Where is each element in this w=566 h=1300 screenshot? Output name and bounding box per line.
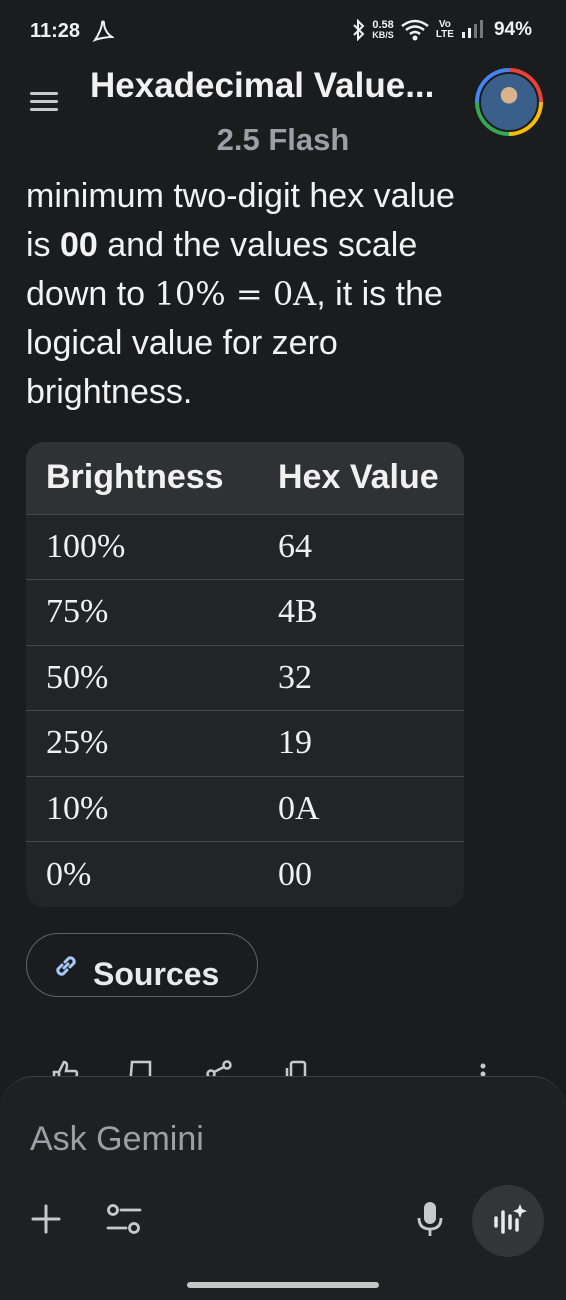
response-line: down to 10% = 0A, it is the	[26, 275, 443, 313]
table-cell: 0%	[46, 855, 92, 893]
table-cell: 0A	[278, 789, 320, 827]
response-line: logical value for zero	[26, 324, 338, 362]
signal-icon	[461, 20, 483, 38]
sources-button[interactable]: Sources	[26, 933, 258, 997]
table-cell: 10%	[46, 789, 109, 827]
table-row: 50% 32	[26, 645, 464, 711]
network-speed: 0.58 KB/S	[372, 19, 394, 41]
table-cell: 64	[278, 527, 312, 565]
column-header-brightness: Brightness	[46, 458, 224, 497]
table-header-row: Brightness Hex Value	[26, 442, 464, 514]
plus-icon[interactable]	[28, 1201, 64, 1237]
chat-header: Hexadecimal Value... 2.5 Flash	[0, 60, 566, 170]
chat-title[interactable]: Hexadecimal Value...	[90, 66, 470, 106]
response-line: brightness.	[26, 373, 193, 411]
live-waveform-icon	[494, 1204, 527, 1234]
menu-button[interactable]	[30, 88, 62, 116]
live-button[interactable]	[472, 1185, 544, 1257]
menu-icon	[30, 92, 58, 95]
ask-gemini-input[interactable]	[30, 1117, 430, 1161]
home-indicator[interactable]	[187, 1282, 379, 1288]
battery-level: 94%	[493, 19, 532, 40]
math-expression: 10% = 0A	[154, 275, 317, 313]
volte-indicator: Vo LTE	[435, 19, 454, 40]
response-line: is 00 and the values scale	[26, 226, 418, 264]
acrobat-icon	[92, 20, 114, 43]
column-header-hex: Hex Value	[278, 458, 439, 497]
table-cell: 32	[278, 658, 312, 696]
avatar[interactable]	[475, 68, 543, 136]
table-row: 0% 00	[26, 841, 464, 908]
tools-icon[interactable]	[104, 1201, 144, 1237]
status-indicators: 0.58 KB/S Vo LTE 94%	[352, 18, 532, 42]
table-cell: 25%	[46, 724, 109, 762]
status-time: 11:28	[30, 20, 81, 42]
bluetooth-icon	[353, 19, 365, 41]
link-icon	[56, 956, 76, 976]
mic-icon[interactable]	[414, 1199, 446, 1239]
table-cell: 100%	[46, 527, 126, 565]
table-row: 100% 64	[26, 514, 464, 580]
table-cell: 50%	[46, 658, 109, 696]
table-cell: 75%	[46, 593, 109, 631]
table-row: 10% 0A	[26, 776, 464, 842]
input-panel	[0, 1076, 566, 1300]
table-cell: 00	[278, 855, 312, 893]
sources-label: Sources	[93, 956, 220, 992]
status-bar: 11:28 0.58 KB/S Vo LTE 94%	[0, 0, 566, 64]
table-row: 25% 19	[26, 710, 464, 777]
table-row: 75% 4B	[26, 579, 464, 646]
avatar-photo	[479, 72, 539, 132]
brightness-table: Brightness Hex Value 100% 64 75% 4B 50% …	[26, 442, 464, 907]
table-cell: 19	[278, 724, 312, 762]
response-text: minimum two-digit hex value is 00 and th…	[26, 172, 546, 417]
wifi-icon	[401, 19, 429, 41]
table-cell: 4B	[278, 593, 318, 631]
model-selector[interactable]: 2.5 Flash	[0, 122, 566, 158]
response-line: minimum two-digit hex value	[26, 177, 455, 215]
